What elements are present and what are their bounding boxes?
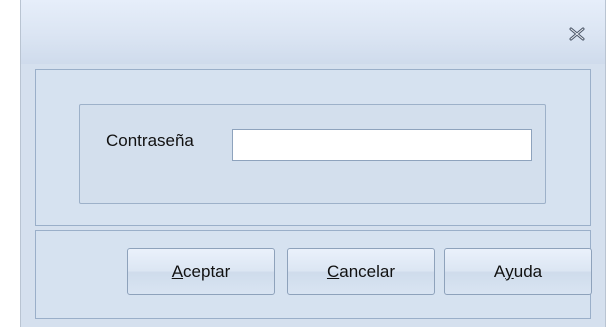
accept-button[interactable]: Aceptar xyxy=(127,248,275,295)
accept-button-mnemonic: A xyxy=(171,261,184,281)
password-dialog: Contraseña Aceptar Cancelar Ay uda xyxy=(20,0,606,327)
cancel-button-mnemonic: C xyxy=(326,261,340,281)
help-button-mnemonic: y xyxy=(505,261,514,281)
close-button[interactable] xyxy=(567,25,587,43)
password-group: Contraseña xyxy=(79,104,546,204)
help-button-label-end: uda xyxy=(513,261,543,281)
button-panel: Aceptar Cancelar Ay uda xyxy=(35,230,592,319)
title-bar xyxy=(21,0,605,64)
accept-button-label: ceptar xyxy=(183,261,231,281)
cancel-button[interactable]: Cancelar xyxy=(287,248,435,295)
close-x-icon xyxy=(569,27,585,41)
main-panel: Contraseña xyxy=(35,69,591,226)
password-input[interactable] xyxy=(232,129,532,161)
help-button-label-start: A xyxy=(493,261,506,281)
cancel-button-label: ancelar xyxy=(339,261,396,281)
password-label: Contraseña xyxy=(106,131,194,150)
help-button[interactable]: Ay uda xyxy=(444,248,592,295)
